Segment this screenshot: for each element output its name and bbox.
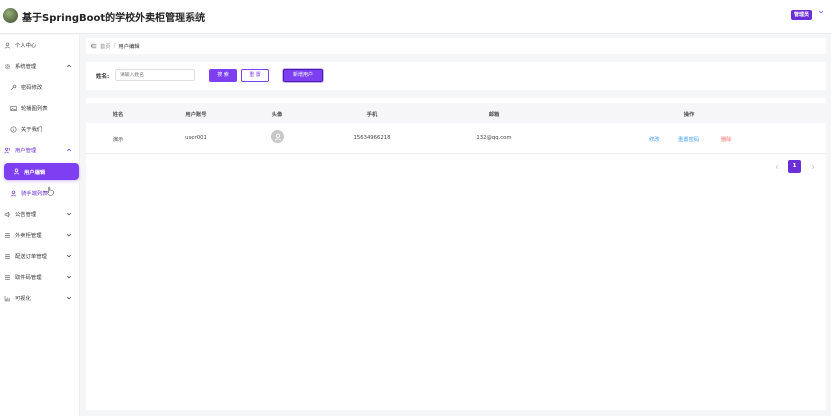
page-number-button[interactable]: 1 (788, 160, 801, 173)
reset-button[interactable]: 重 置 (241, 69, 269, 82)
column-header-avatar: 头像 (271, 112, 283, 118)
logo (3, 8, 18, 23)
sidebar-item-visualization[interactable]: 可视化 (0, 291, 80, 305)
cell-email: 132@qq.com (476, 135, 512, 141)
column-header-account: 用户账号 (185, 112, 207, 118)
column-header-email: 邮箱 (488, 112, 500, 118)
chart-icon (4, 295, 11, 302)
name-label: 姓名: (96, 74, 110, 80)
sidebar-item-carousel[interactable]: 轮播图列表 (0, 101, 80, 115)
menu-fold-icon[interactable] (91, 43, 97, 49)
edit-link[interactable]: 修改 (649, 135, 660, 143)
page-subtitle: 用户编辑 (180, 13, 201, 19)
list-icon (4, 253, 11, 260)
sidebar-item-label: 用户管理 (15, 148, 37, 154)
key-icon (10, 84, 17, 91)
sidebar-item-password[interactable]: 密码修改 (0, 80, 80, 94)
list-icon (4, 274, 11, 281)
column-header-name: 姓名 (112, 112, 124, 118)
sidebar-item-label: 用户编辑 (24, 169, 46, 176)
table-row: 演示 user001 15634966218 132@qq.com 修改 重置密… (86, 123, 826, 154)
sidebar-item-system[interactable]: 系统管理 (0, 59, 80, 73)
user-icon (13, 168, 20, 175)
gear-icon (4, 63, 11, 70)
reset-password-link[interactable]: 重置密码 (678, 135, 699, 143)
name-search-input[interactable] (115, 69, 195, 81)
sidebar-item-pickup-codes[interactable]: 取件码管理 (0, 270, 80, 284)
sidebar-item-user-management[interactable]: 用户管理 (0, 143, 80, 157)
sidebar-item-label: 个人中心 (15, 43, 37, 49)
cell-phone: 15634966218 (353, 135, 391, 141)
sidebar-item-user-edit[interactable]: 用户编辑 (4, 163, 79, 180)
user-avatar-icon (274, 133, 281, 140)
breadcrumb-home[interactable]: 首页 (100, 42, 111, 50)
sidebar-item-about[interactable]: 关于我们 (0, 122, 80, 136)
chevron-up-icon (66, 148, 72, 152)
breadcrumb: 首页 / 用户编辑 (86, 38, 826, 54)
chevron-up-icon (66, 64, 72, 68)
table-header: 姓名 用户账号 头像 手机 邮箱 操作 (86, 103, 826, 123)
sidebar-item-label: 取件码管理 (15, 275, 42, 281)
breadcrumb-current: 用户编辑 (118, 44, 140, 50)
admin-badge[interactable]: 管理员 (791, 10, 813, 20)
sidebar-item-label: 外卖柜管理 (15, 233, 42, 239)
add-user-button[interactable]: 新增用户 (283, 69, 323, 82)
sidebar-item-label: 可视化 (15, 296, 31, 302)
user-table: 姓名 用户账号 头像 手机 邮箱 操作 演示 user001 156349662… (86, 98, 826, 410)
sidebar-item-label: 骑手端列表 (21, 191, 48, 197)
chevron-down-icon (66, 296, 72, 300)
sidebar-item-label: 密码修改 (21, 85, 43, 91)
sidebar-item-delivery-orders[interactable]: 配送订单管理 (0, 249, 80, 263)
users-icon (4, 147, 11, 154)
delete-link[interactable]: 删除 (721, 135, 732, 143)
chevron-down-icon (66, 212, 72, 216)
sidebar-item-label: 轮播图列表 (21, 106, 48, 112)
search-button[interactable]: 搜 索 (209, 69, 237, 82)
chevron-down-icon (66, 254, 72, 258)
user-icon (10, 190, 17, 197)
speaker-icon (4, 211, 11, 218)
breadcrumb-separator: / (113, 43, 116, 49)
chevron-down-icon[interactable] (818, 9, 824, 15)
sidebar-item-profile[interactable]: 个人中心 (0, 38, 80, 52)
sidebar: 个人中心 系统管理 密码修改 轮播图列表 关于我们 用户管理 用户编辑 骑手端列… (0, 35, 80, 416)
sidebar-item-label: 关于我们 (21, 127, 43, 133)
cell-account: user001 (185, 135, 207, 141)
system-title: 基于SpringBoot的学校外卖柜管理系统 (22, 13, 206, 24)
column-header-actions: 操作 (683, 112, 695, 118)
top-header: 基于SpringBoot的学校外卖柜管理系统 用户编辑 管理员 (0, 0, 831, 34)
sidebar-item-announcements[interactable]: 公告管理 (0, 207, 80, 221)
chevron-left-icon[interactable] (774, 164, 780, 170)
list-icon (4, 232, 11, 239)
chevron-down-icon (66, 275, 72, 279)
avatar (271, 130, 284, 143)
cell-name: 演示 (112, 137, 124, 143)
sidebar-item-locker-management[interactable]: 外卖柜管理 (0, 228, 80, 242)
sidebar-item-label: 系统管理 (15, 64, 37, 70)
hand-cursor-icon (46, 186, 54, 196)
column-header-phone: 手机 (366, 112, 378, 118)
sidebar-item-label: 配送订单管理 (15, 254, 47, 260)
chevron-right-icon[interactable] (810, 164, 816, 170)
info-icon (10, 126, 17, 133)
user-icon (4, 42, 11, 49)
sidebar-item-label: 公告管理 (15, 212, 37, 218)
chevron-down-icon (66, 233, 72, 237)
sidebar-item-rider-list[interactable]: 骑手端列表 (0, 186, 80, 200)
image-icon (10, 105, 17, 112)
search-panel: 姓名: 搜 索 重 置 新增用户 (86, 62, 826, 90)
